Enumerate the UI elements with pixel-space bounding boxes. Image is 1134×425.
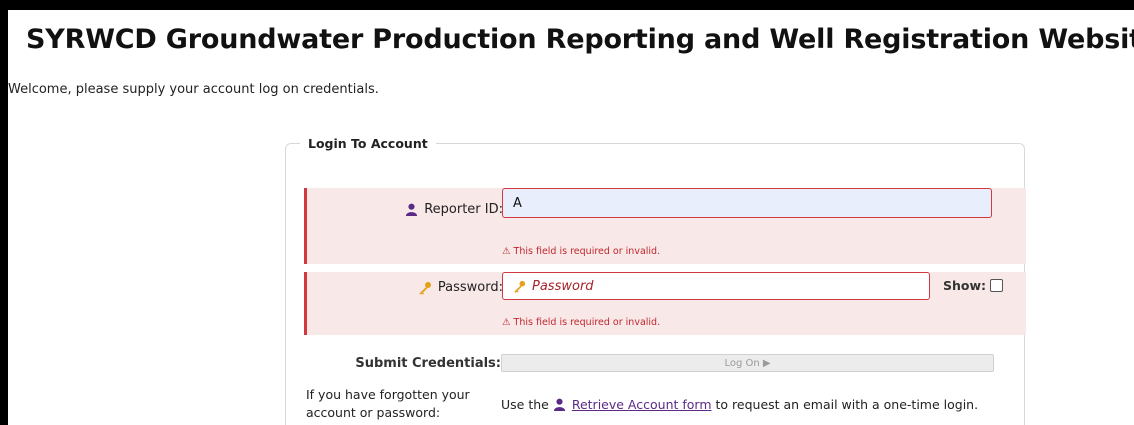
submit-credentials-label: Submit Credentials:	[355, 356, 501, 371]
user-icon	[405, 203, 418, 216]
password-error: ⚠ This field is required or invalid.	[502, 317, 661, 328]
reporter-id-error: ⚠ This field is required or invalid.	[502, 246, 661, 257]
login-legend: Login To Account	[308, 136, 428, 151]
reporter-id-label: Reporter ID:	[405, 202, 503, 217]
show-password-label: Show:	[943, 278, 987, 293]
log-on-button[interactable]: Log On ▶	[501, 354, 994, 372]
key-icon	[418, 281, 432, 295]
welcome-text: Welcome, please supply your account log …	[8, 82, 379, 97]
show-password: Show:	[943, 278, 1004, 293]
forgot-text: If you have forgotten your account or pa…	[306, 387, 470, 420]
retrieve-suffix: to request an email with a one-time logi…	[715, 397, 979, 412]
reporter-id-value: A	[513, 195, 522, 211]
password-row: Password: Password Show: ⚠ This field is…	[304, 272, 1026, 335]
page: SYRWCD Groundwater Production Reporting …	[8, 10, 1134, 425]
retrieve-prefix: Use the	[501, 397, 549, 412]
password-label-text: Password:	[437, 280, 503, 295]
retrieve-account-text: Use the Retrieve Account form to request…	[501, 397, 978, 412]
password-label: Password:	[418, 280, 503, 295]
reporter-id-label-text: Reporter ID:	[424, 202, 503, 217]
reporter-id-input[interactable]: A	[502, 188, 992, 218]
show-password-checkbox[interactable]	[990, 279, 1004, 292]
key-icon	[513, 280, 526, 293]
password-placeholder: Password	[532, 278, 594, 294]
retrieve-account-link[interactable]: Retrieve Account form	[553, 397, 712, 412]
page-title: SYRWCD Groundwater Production Reporting …	[26, 24, 1134, 55]
retrieve-account-link-text: Retrieve Account form	[571, 397, 712, 412]
login-fieldset: Login To Account Reporter ID: A ⚠ This f…	[285, 136, 1026, 425]
user-icon	[553, 398, 566, 411]
reporter-id-row: Reporter ID: A ⚠ This field is required …	[304, 188, 1026, 264]
password-input[interactable]: Password	[502, 272, 930, 300]
